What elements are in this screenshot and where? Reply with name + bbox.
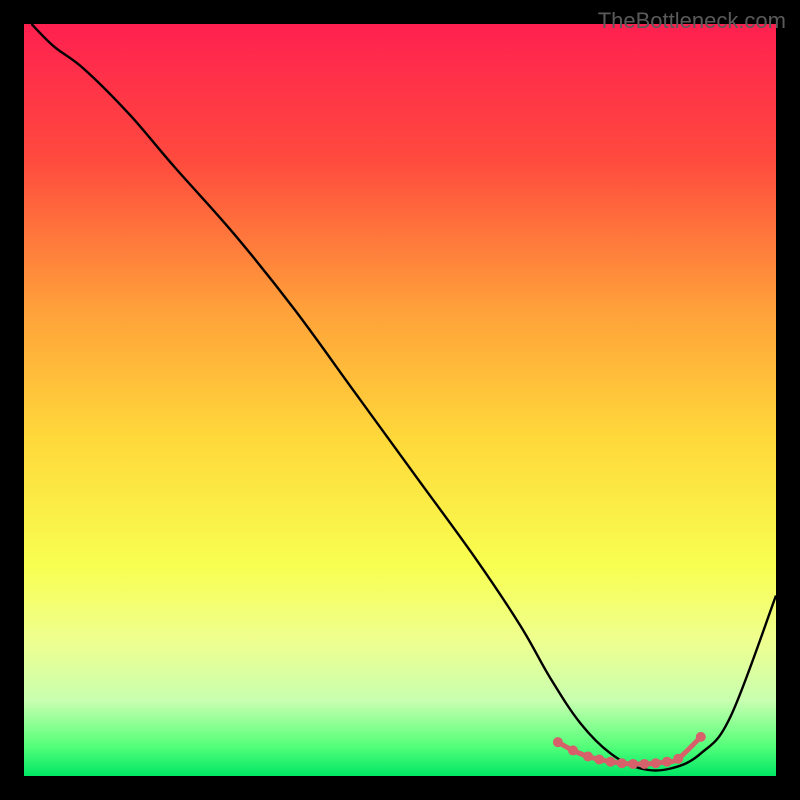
marker-point [553, 737, 563, 747]
marker-point [583, 751, 593, 761]
marker-point [673, 754, 683, 764]
marker-point [594, 754, 604, 764]
marker-point [568, 745, 578, 755]
marker-point [617, 758, 627, 768]
marker-point [696, 732, 706, 742]
marker-point [606, 757, 616, 767]
gradient-background [24, 24, 776, 776]
marker-point [628, 759, 638, 769]
chart-plot-area [24, 24, 776, 776]
marker-point [651, 758, 661, 768]
marker-point [639, 759, 649, 769]
chart-svg [24, 24, 776, 776]
watermark-text: TheBottleneck.com [598, 8, 786, 34]
marker-point [662, 757, 672, 767]
